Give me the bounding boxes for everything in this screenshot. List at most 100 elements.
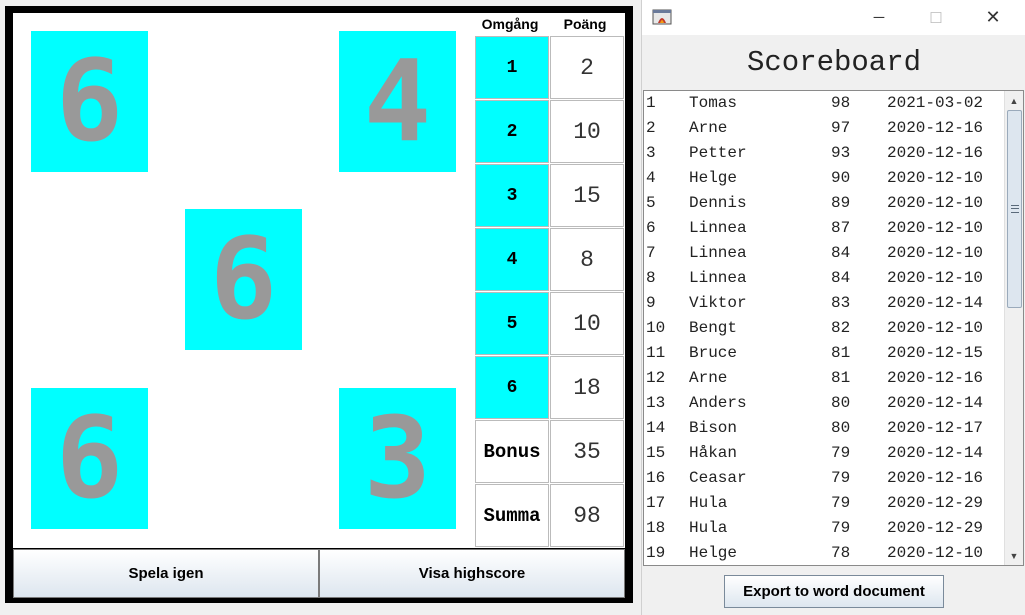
bonus-label: Bonus (475, 420, 549, 483)
entry-date: 2020-12-16 (887, 144, 984, 162)
list-item[interactable]: 10 Bengt 82 2020-12-10 (644, 316, 1006, 341)
entry-date: 2020-12-10 (887, 194, 984, 212)
minimize-button[interactable]: ─ (856, 0, 902, 35)
yatzy-game-window: 6 4 6 6 3 Omgång Poäng 1 2 2 10 3 15 4 8… (0, 0, 638, 615)
entry-rank: 4 (646, 169, 656, 187)
die-1[interactable]: 6 (31, 31, 148, 172)
entry-score: 98 (831, 94, 851, 112)
round-number: 4 (475, 228, 549, 291)
scoreboard-window: ─ ☐ ✕ Scoreboard 1 Tomas 98 2021-03-02 2 Arn… (641, 0, 1025, 615)
list-item[interactable]: 13 Anders 80 2020-12-14 (644, 391, 1006, 416)
list-item[interactable]: 7 Linnea 84 2020-12-10 (644, 241, 1006, 266)
maximize-button[interactable]: ☐ (913, 0, 959, 35)
entry-date: 2020-12-14 (887, 394, 984, 412)
vertical-scrollbar[interactable]: ▲ ▼ (1004, 91, 1023, 565)
entry-date: 2020-12-14 (887, 294, 984, 312)
entry-date: 2020-12-10 (887, 219, 984, 237)
scrollbar-thumb[interactable] (1007, 110, 1022, 308)
entry-score: 83 (831, 294, 851, 312)
show-highscore-button[interactable]: Visa highscore (319, 549, 625, 598)
entry-name: Arne (689, 119, 728, 137)
round-points: 18 (550, 356, 624, 419)
dice-board: 6 4 6 6 3 (13, 13, 472, 548)
entry-name: Håkan (689, 444, 738, 462)
round-score-table: Omgång Poäng 1 2 2 10 3 15 4 8 5 10 6 18… (472, 13, 625, 548)
list-item[interactable]: 18 Hula 79 2020-12-29 (644, 516, 1006, 541)
list-item[interactable]: 2 Arne 97 2020-12-16 (644, 116, 1006, 141)
entry-name: Bison (689, 419, 738, 437)
entry-date: 2021-03-02 (887, 94, 984, 112)
entry-date: 2020-12-10 (887, 544, 984, 562)
entry-date: 2020-12-10 (887, 169, 984, 187)
entry-rank: 9 (646, 294, 656, 312)
die-2[interactable]: 4 (339, 31, 456, 172)
entry-name: Viktor (689, 294, 747, 312)
entry-score: 79 (831, 494, 851, 512)
list-item[interactable]: 6 Linnea 87 2020-12-10 (644, 216, 1006, 241)
export-to-word-button[interactable]: Export to word document (724, 575, 944, 608)
entry-name: Anders (689, 394, 747, 412)
scoreboard-title: Scoreboard (746, 46, 922, 79)
entry-score: 90 (831, 169, 851, 187)
list-item[interactable]: 17 Hula 79 2020-12-29 (644, 491, 1006, 516)
entry-name: Bengt (689, 319, 738, 337)
entry-rank: 10 (646, 319, 666, 337)
entry-rank: 17 (646, 494, 666, 512)
entry-name: Hula (689, 519, 728, 537)
entry-score: 84 (831, 269, 851, 287)
list-item[interactable]: 9 Viktor 83 2020-12-14 (644, 291, 1006, 316)
bonus-value: 35 (550, 420, 624, 483)
entry-name: Petter (689, 144, 747, 162)
entry-date: 2020-12-16 (887, 369, 984, 387)
round-column-header: Omgång (481, 16, 539, 32)
entry-date: 2020-12-10 (887, 319, 984, 337)
entry-date: 2020-12-29 (887, 519, 984, 537)
entry-score: 79 (831, 519, 851, 537)
entry-rank: 13 (646, 394, 666, 412)
list-item[interactable]: 3 Petter 93 2020-12-16 (644, 141, 1006, 166)
entry-name: Ceasar (689, 469, 747, 487)
java-app-icon (652, 9, 672, 25)
list-item[interactable]: 16 Ceasar 79 2020-12-16 (644, 466, 1006, 491)
round-points: 10 (550, 292, 624, 355)
entry-rank: 6 (646, 219, 656, 237)
play-again-button[interactable]: Spela igen (13, 549, 319, 598)
list-item[interactable]: 14 Bison 80 2020-12-17 (644, 416, 1006, 441)
entry-date: 2020-12-14 (887, 444, 984, 462)
entry-name: Tomas (689, 94, 738, 112)
list-item[interactable]: 19 Helge 78 2020-12-10 (644, 541, 1006, 565)
list-item[interactable]: 1 Tomas 98 2021-03-02 (644, 91, 1006, 116)
scroll-down-arrow-icon[interactable]: ▼ (1005, 547, 1023, 564)
highscore-list[interactable]: 1 Tomas 98 2021-03-02 2 Arne 97 2020-12-16 3 Pe… (643, 90, 1024, 566)
entry-name: Helge (689, 544, 738, 562)
round-number: 6 (475, 356, 549, 419)
entry-rank: 12 (646, 369, 666, 387)
list-item[interactable]: 8 Linnea 84 2020-12-10 (644, 266, 1006, 291)
entry-score: 82 (831, 319, 851, 337)
round-points: 15 (550, 164, 624, 227)
die-5[interactable]: 3 (339, 388, 456, 529)
list-item[interactable]: 4 Helge 90 2020-12-10 (644, 166, 1006, 191)
entry-score: 87 (831, 219, 851, 237)
entry-score: 80 (831, 394, 851, 412)
scroll-up-arrow-icon[interactable]: ▲ (1005, 92, 1023, 109)
round-number: 3 (475, 164, 549, 227)
entry-rank: 15 (646, 444, 666, 462)
entry-name: Linnea (689, 219, 747, 237)
list-item[interactable]: 11 Bruce 81 2020-12-15 (644, 341, 1006, 366)
entry-name: Linnea (689, 244, 747, 262)
die-4[interactable]: 6 (31, 388, 148, 529)
entry-date: 2020-12-10 (887, 269, 984, 287)
points-column-header: Poäng (563, 16, 607, 32)
list-item[interactable]: 5 Dennis 89 2020-12-10 (644, 191, 1006, 216)
close-button[interactable]: ✕ (970, 0, 1016, 35)
entry-rank: 8 (646, 269, 656, 287)
entry-date: 2020-12-16 (887, 119, 984, 137)
entry-name: Linnea (689, 269, 747, 287)
die-3[interactable]: 6 (185, 209, 302, 350)
entry-name: Arne (689, 369, 728, 387)
list-item[interactable]: 15 Håkan 79 2020-12-14 (644, 441, 1006, 466)
round-number: 1 (475, 36, 549, 99)
list-item[interactable]: 12 Arne 81 2020-12-16 (644, 366, 1006, 391)
entry-rank: 19 (646, 544, 666, 562)
